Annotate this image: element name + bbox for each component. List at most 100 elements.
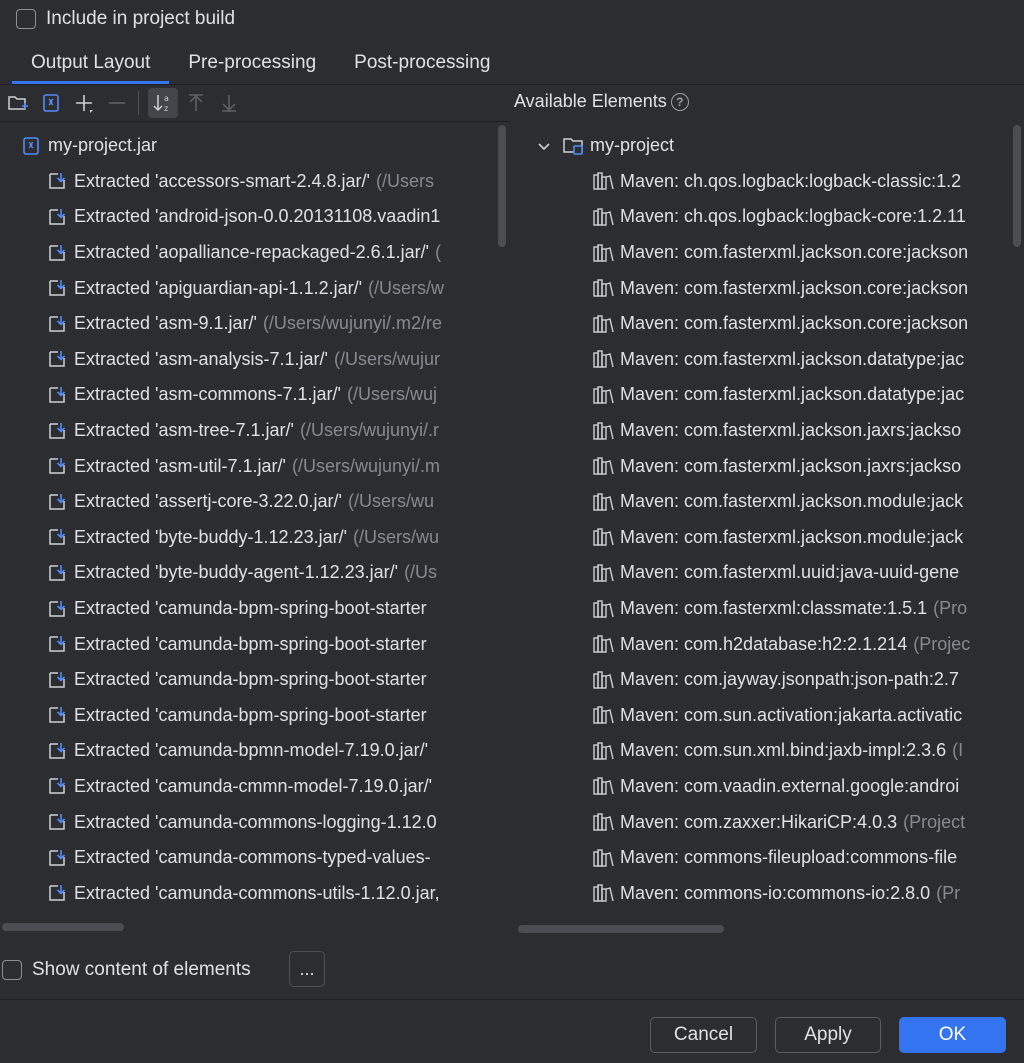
sort-button[interactable]: a z <box>148 88 178 118</box>
tree-item[interactable]: Extracted 'byte-buddy-agent-1.12.23.jar/… <box>0 555 492 591</box>
tree-item[interactable]: Extracted 'asm-util-7.1.jar/' (/Users/wuj… <box>0 448 492 484</box>
available-elements-header: Available Elements ? <box>514 91 689 112</box>
tree-item[interactable]: Extracted 'aopalliance-repackaged-2.6.1.… <box>0 235 492 271</box>
tree-item[interactable]: Extracted 'camunda-bpm-spring-boot-start… <box>0 591 492 627</box>
tree-item[interactable]: Extracted 'camunda-commons-typed-values- <box>0 840 492 876</box>
chevron-down-icon[interactable] <box>536 138 552 154</box>
tree-item[interactable]: Extracted 'asm-analysis-7.1.jar/' (/Users… <box>0 342 492 378</box>
more-options-button[interactable]: ... <box>289 951 325 987</box>
apply-button[interactable]: Apply <box>775 1017 881 1053</box>
extracted-archive-icon <box>46 420 68 442</box>
item-label: Extracted 'apiguardian-api-1.1.2.jar/' <box>74 277 363 298</box>
include-in-build-row[interactable]: Include in project build <box>16 6 235 32</box>
available-elements-panel: Available Elements ? my-project Maven: ch… <box>512 85 1024 912</box>
library-item[interactable]: Maven: com.fasterxml.jackson.module:jack <box>512 484 1008 520</box>
item-label: Maven: com.fasterxml.jackson.core:jackso… <box>620 242 969 263</box>
new-folder-button[interactable] <box>3 88 33 118</box>
library-item[interactable]: Maven: com.fasterxml.jackson.datatype:ja… <box>512 342 1008 378</box>
item-label: Extracted 'camunda-commons-utils-1.12.0.… <box>74 882 440 903</box>
output-layout-panel: a z my-project.jar Extracted 'accessors-s… <box>0 85 510 912</box>
svg-text:z: z <box>164 104 168 113</box>
library-icon <box>592 775 614 797</box>
right-vertical-scrollbar[interactable] <box>1013 125 1021 247</box>
extracted-archive-icon <box>46 206 68 228</box>
tree-item[interactable]: Extracted 'accessors-smart-2.4.8.jar/' (/… <box>0 164 492 200</box>
left-vertical-scrollbar[interactable] <box>498 125 506 247</box>
library-item[interactable]: Maven: com.fasterxml.jackson.jaxrs:jacks… <box>512 413 1008 449</box>
library-icon <box>592 348 614 370</box>
item-label: Maven: com.fasterxml.jackson.datatype:ja… <box>620 384 965 405</box>
item-path: (/Users/wujunyi/.m <box>291 455 440 476</box>
library-item[interactable]: Maven: com.jayway.jsonpath:json-path:2.7 <box>512 662 1008 698</box>
move-up-button[interactable] <box>181 88 211 118</box>
library-item[interactable]: Maven: com.fasterxml.jackson.module:jack <box>512 520 1008 556</box>
add-button[interactable] <box>69 88 99 118</box>
tree-item[interactable]: Extracted 'camunda-commons-utils-1.12.0.… <box>0 875 492 911</box>
library-item[interactable]: Maven: com.h2database:h2:2.1.214 (Projec <box>512 626 1008 662</box>
tab-pre-processing[interactable]: Pre-processing <box>169 44 335 84</box>
extracted-archive-icon <box>46 455 68 477</box>
tree-item[interactable]: Extracted 'camunda-bpm-spring-boot-start… <box>0 698 492 734</box>
tree-item[interactable]: Extracted 'apiguardian-api-1.1.2.jar/' (/… <box>0 270 492 306</box>
library-item[interactable]: Maven: com.fasterxml.jackson.core:jackso… <box>512 235 1008 271</box>
tab-output-layout[interactable]: Output Layout <box>12 44 170 84</box>
tree-item[interactable]: Extracted 'camunda-bpm-spring-boot-start… <box>0 626 492 662</box>
tab-post-processing[interactable]: Post-processing <box>335 44 509 84</box>
tree-item[interactable]: Extracted 'camunda-commons-logging-1.12.… <box>0 804 492 840</box>
library-item[interactable]: Maven: com.sun.activation:jakarta.activa… <box>512 698 1008 734</box>
library-item[interactable]: Maven: com.vaadin.external.google:androi <box>512 769 1008 805</box>
item-label: Extracted 'asm-9.1.jar/' <box>74 313 257 334</box>
extracted-archive-icon <box>46 704 68 726</box>
item-label: Extracted 'asm-analysis-7.1.jar/' <box>74 348 328 369</box>
show-content-row[interactable]: Show content of elements <box>2 957 251 983</box>
extracted-archive-icon <box>46 526 68 548</box>
new-archive-button[interactable] <box>36 88 66 118</box>
tree-item[interactable]: Extracted 'asm-tree-7.1.jar/' (/Users/wuj… <box>0 413 492 449</box>
tree-item[interactable]: Extracted 'byte-buddy-1.12.23.jar/' (/Use… <box>0 520 492 556</box>
tree-item[interactable]: Extracted 'camunda-bpmn-model-7.19.0.jar… <box>0 733 492 769</box>
extracted-archive-icon <box>46 170 68 192</box>
library-item[interactable]: Maven: commons-io:commons-io:2.8.0 (Pr <box>512 875 1008 911</box>
move-down-button[interactable] <box>214 88 244 118</box>
include-in-build-checkbox[interactable] <box>16 9 36 29</box>
cancel-button[interactable]: Cancel <box>650 1017 757 1053</box>
library-item[interactable]: Maven: com.fasterxml.jackson.core:jackso… <box>512 306 1008 342</box>
item-label: Extracted 'asm-tree-7.1.jar/' <box>74 420 294 441</box>
right-horizontal-scrollbar[interactable] <box>518 925 724 933</box>
library-item[interactable]: Maven: com.fasterxml:classmate:1.5.1 (Pro <box>512 591 1008 627</box>
item-label: Maven: com.fasterxml.uuid:java-uuid-gene <box>620 562 960 583</box>
tree-root-jar[interactable]: my-project.jar <box>0 128 492 164</box>
tree-item[interactable]: Extracted 'camunda-bpm-spring-boot-start… <box>0 662 492 698</box>
ok-button[interactable]: OK <box>899 1017 1006 1053</box>
library-item[interactable]: Maven: com.fasterxml.uuid:java-uuid-gene <box>512 555 1008 591</box>
remove-button[interactable] <box>102 88 132 118</box>
tree-item[interactable]: Extracted 'asm-commons-7.1.jar/' (/Users/… <box>0 377 492 413</box>
extracted-archive-icon <box>46 348 68 370</box>
tree-item[interactable]: Extracted 'camunda-cmmn-model-7.19.0.jar… <box>0 769 492 805</box>
tree-item[interactable]: Extracted 'assertj-core-3.22.0.jar/' (/Us… <box>0 484 492 520</box>
tree-item[interactable]: Extracted 'asm-9.1.jar/' (/Users/wujunyi/… <box>0 306 492 342</box>
library-item[interactable]: Maven: commons-fileupload:commons-file <box>512 840 1008 876</box>
tab-bar: Output Layout Pre-processing Post-proces… <box>12 44 509 84</box>
help-icon[interactable]: ? <box>670 92 689 111</box>
item-label: Maven: com.fasterxml.jackson.core:jackso… <box>620 313 969 334</box>
library-item[interactable]: Maven: com.sun.xml.bind:jaxb-impl:2.3.6(… <box>512 733 1008 769</box>
library-item[interactable]: Maven: ch.qos.logback:logback-classic:1.… <box>512 164 1008 200</box>
item-path: (I <box>952 740 964 761</box>
item-label: Maven: com.zaxxer:HikariCP:4.0.3 <box>620 811 898 832</box>
library-item[interactable]: Maven: ch.qos.logback:logback-core:1.2.1… <box>512 199 1008 235</box>
library-item[interactable]: Maven: com.fasterxml.jackson.datatype:ja… <box>512 377 1008 413</box>
move-down-icon <box>222 95 236 112</box>
toolbar-divider <box>0 121 510 122</box>
item-label: Maven: com.h2database:h2:2.1.214 <box>620 633 908 654</box>
tree-item[interactable]: Extracted 'android-json-0.0.20131108.vaa… <box>0 199 492 235</box>
item-label: Maven: ch.qos.logback:logback-core:1.2.1… <box>620 206 966 227</box>
show-content-checkbox[interactable] <box>2 960 22 980</box>
left-horizontal-scrollbar[interactable] <box>2 923 124 931</box>
library-item[interactable]: Maven: com.zaxxer:HikariCP:4.0.3 (Project <box>512 804 1008 840</box>
library-item[interactable]: Maven: com.fasterxml.jackson.jaxrs:jacks… <box>512 448 1008 484</box>
tree-root-module[interactable]: my-project <box>512 128 1008 164</box>
library-item[interactable]: Maven: com.fasterxml.jackson.core:jackso… <box>512 270 1008 306</box>
library-icon <box>592 669 614 691</box>
item-label: Maven: com.fasterxml.jackson.module:jack <box>620 526 964 547</box>
